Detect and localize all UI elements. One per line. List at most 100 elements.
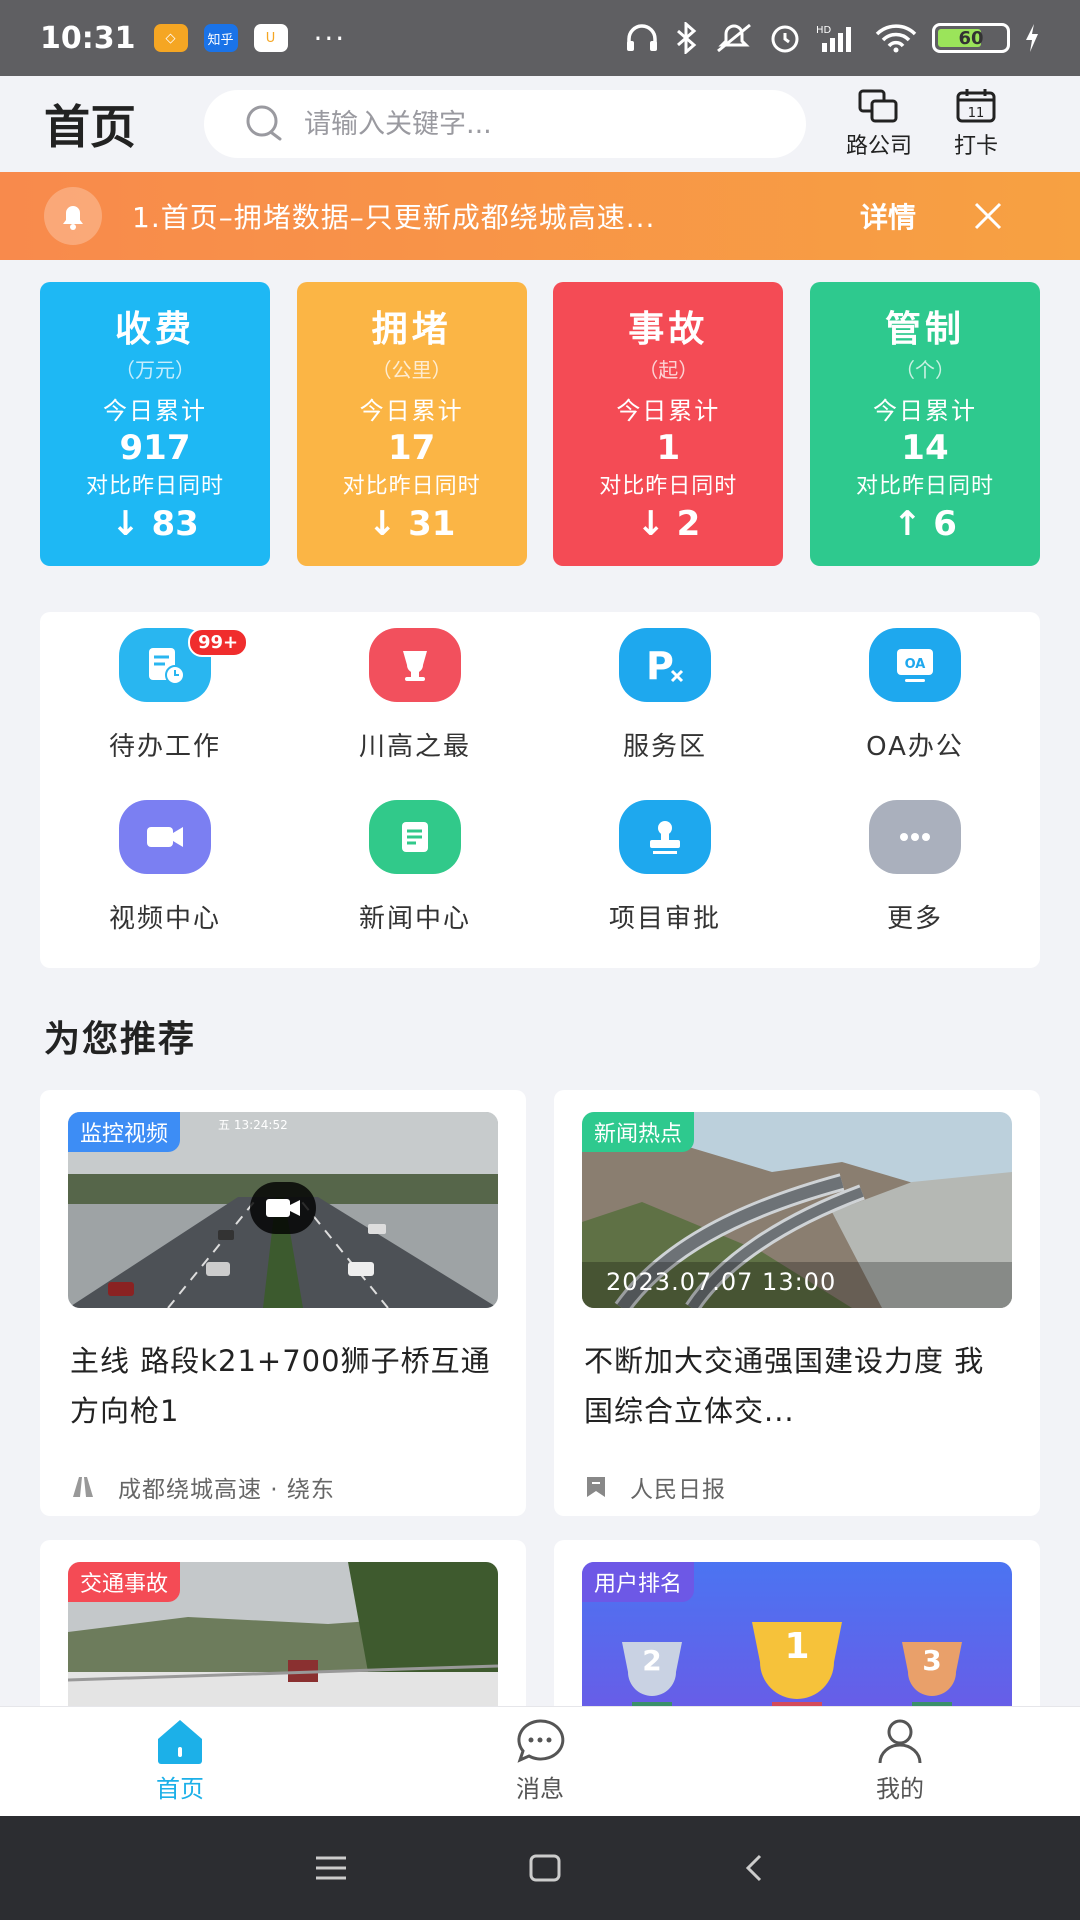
battery-icon: 60: [932, 23, 1010, 53]
stat-diff: ↑ 6: [892, 504, 957, 544]
recommend-card-video[interactable]: 五 13:24:52 监控视频 主线 路段k21+700狮子桥互通方向枪1 成都…: [40, 1090, 526, 1516]
stat-today-label: 今日累计: [872, 397, 977, 425]
stat-title: 事故: [628, 309, 709, 350]
signal-icon: HD: [816, 25, 851, 52]
close-icon[interactable]: [972, 200, 1004, 232]
shortcut-label: 项目审批: [608, 904, 721, 934]
stat-today-label: 今日累计: [103, 397, 207, 425]
card-title: 不断加大交通强国建设力度 我国综合立体交...: [584, 1344, 985, 1428]
app-header: 首页 路公司 11 打卡: [0, 76, 1080, 172]
stat-card-toll[interactable]: 收费 （万元） 今日累计 917 对比昨日同时 ↓ 83: [40, 282, 270, 566]
stat-compare-label: 对比昨日同时: [599, 474, 738, 499]
system-nav-bar: [0, 1816, 1080, 1920]
battery-level: 60: [958, 27, 984, 49]
clock-in-label: 打卡: [954, 134, 999, 159]
shortcut-oa[interactable]: OA OA办公: [790, 628, 1040, 800]
zhihu-app-icon: 知乎: [203, 24, 238, 52]
stat-unit: （公里）: [371, 358, 452, 382]
notice-text: 1.首页–拥堵数据–只更新成都绕城高速...: [132, 201, 656, 234]
stat-card-accident[interactable]: 事故 （起） 今日累计 1 对比昨日同时 ↓ 2: [553, 282, 784, 566]
news-icon: [369, 800, 461, 874]
mute-icon: [717, 23, 751, 53]
shortcut-todo[interactable]: 99+ 待办工作: [40, 628, 290, 800]
svg-text:P: P: [646, 644, 674, 687]
stat-unit: （个）: [894, 358, 955, 382]
notice-detail-link[interactable]: 详情: [860, 196, 916, 236]
stat-card-control[interactable]: 管制 （个） 今日累计 14 对比昨日同时 ↑ 6: [809, 282, 1040, 566]
company-button[interactable]: 路公司: [846, 88, 912, 160]
service-area-icon: P: [619, 628, 711, 702]
camera-timestamp: 五 13:24:52: [218, 1118, 288, 1132]
search-icon: [246, 105, 282, 141]
stat-compare-label: 对比昨日同时: [855, 474, 994, 499]
card-source: 成都绕城高速 · 绕东: [70, 1470, 335, 1504]
bluetooth-icon: [677, 22, 697, 54]
calendar-icon: 11: [956, 89, 996, 123]
alarm-icon: [771, 25, 799, 53]
shortcut-video[interactable]: 视频中心: [40, 800, 290, 972]
card-title: 主线 路段k21+700狮子桥互通方向枪1: [70, 1344, 491, 1428]
wifi-icon: [875, 24, 917, 53]
stat-card-congestion[interactable]: 拥堵 （公里） 今日累计 17 对比昨日同时 ↓ 31: [296, 282, 527, 566]
notice-banner[interactable]: 1.首页–拥堵数据–只更新成都绕城高速... 详情: [0, 172, 1080, 260]
search-bar[interactable]: [204, 90, 806, 158]
accident-thumbnail: 交通事故: [68, 1562, 498, 1706]
more-icon: [869, 800, 961, 874]
stat-compare-label: 对比昨日同时: [342, 474, 481, 499]
shortcut-label: 更多: [886, 904, 943, 934]
tab-home[interactable]: 首页: [0, 1707, 360, 1816]
shortcut-best[interactable]: 川高之最: [290, 628, 540, 800]
shortcut-news[interactable]: 新闻中心: [290, 800, 540, 972]
rank-2: 2: [642, 1644, 661, 1677]
bookmark-icon: [587, 1477, 605, 1497]
stat-today-label: 今日累计: [616, 397, 721, 425]
shortcut-label: 服务区: [622, 732, 707, 762]
video-thumbnail: 五 13:24:52 监控视频: [68, 1112, 498, 1308]
tab-profile[interactable]: 我的: [720, 1707, 1080, 1816]
company-label: 路公司: [846, 134, 913, 159]
recommend-card-news[interactable]: 2023.07.07 13:00 新闻热点 不断加大交通强国建设力度 我国综合立…: [554, 1090, 1040, 1516]
shortcut-approval[interactable]: 项目审批: [540, 800, 790, 972]
stat-value: 1: [656, 428, 681, 468]
menu-icon[interactable]: [314, 1855, 348, 1881]
recommend-section-title: 为您推荐: [44, 1019, 197, 1060]
tab-messages[interactable]: 消息: [360, 1707, 720, 1816]
search-input[interactable]: [304, 108, 764, 140]
clock-in-button[interactable]: 11 打卡: [954, 88, 998, 160]
shortcut-service-area[interactable]: P 服务区: [540, 628, 790, 800]
app-notification-icon: ◇: [153, 24, 188, 52]
charging-icon: [1026, 24, 1038, 52]
home-icon: [158, 1720, 202, 1764]
home-nav-icon[interactable]: [528, 1853, 562, 1883]
card-tag: 新闻热点: [582, 1112, 695, 1152]
shortcut-more[interactable]: 更多: [790, 800, 1040, 972]
more-notifications-icon: ···: [313, 21, 347, 55]
recommend-card-accident[interactable]: 交通事故: [40, 1540, 526, 1706]
back-icon[interactable]: [742, 1853, 766, 1883]
switch-company-icon: [858, 89, 898, 123]
todo-badge: 99+: [188, 628, 249, 657]
rank-3: 3: [922, 1644, 941, 1677]
play-video-icon[interactable]: [250, 1182, 316, 1234]
tab-label: 消息: [516, 1775, 564, 1803]
card-source: 人民日报: [584, 1470, 726, 1504]
headphones-icon: [627, 24, 657, 51]
road-icon: [73, 1477, 93, 1497]
card-tag: 用户排名: [582, 1562, 695, 1602]
recommend-card-ranking[interactable]: 2 1 3 用户排名: [554, 1540, 1040, 1706]
trophy-icon: [369, 628, 461, 702]
stat-diff: ↓ 83: [111, 504, 199, 544]
stat-title: 拥堵: [371, 309, 452, 350]
shortcut-label: 视频中心: [108, 904, 221, 934]
stat-title: 管制: [884, 309, 965, 350]
card-source-text: 人民日报: [630, 1477, 726, 1503]
ranking-thumbnail: 2 1 3 用户排名: [582, 1562, 1012, 1706]
stats-row: 收费 （万元） 今日累计 917 对比昨日同时 ↓ 83 拥堵 （公里） 今日累…: [40, 282, 1040, 566]
bottom-tab-bar: 首页 消息 我的: [0, 1706, 1080, 1816]
video-icon: [119, 800, 211, 874]
stat-compare-label: 对比昨日同时: [85, 474, 224, 499]
stat-today-label: 今日累计: [359, 397, 464, 425]
stat-value: 917: [119, 428, 191, 468]
svg-text:HD: HD: [816, 25, 832, 36]
shortcut-grid: 99+ 待办工作 川高之最 P 服务区 OA OA办公 视频中心 新闻中心 项目…: [40, 612, 1040, 968]
